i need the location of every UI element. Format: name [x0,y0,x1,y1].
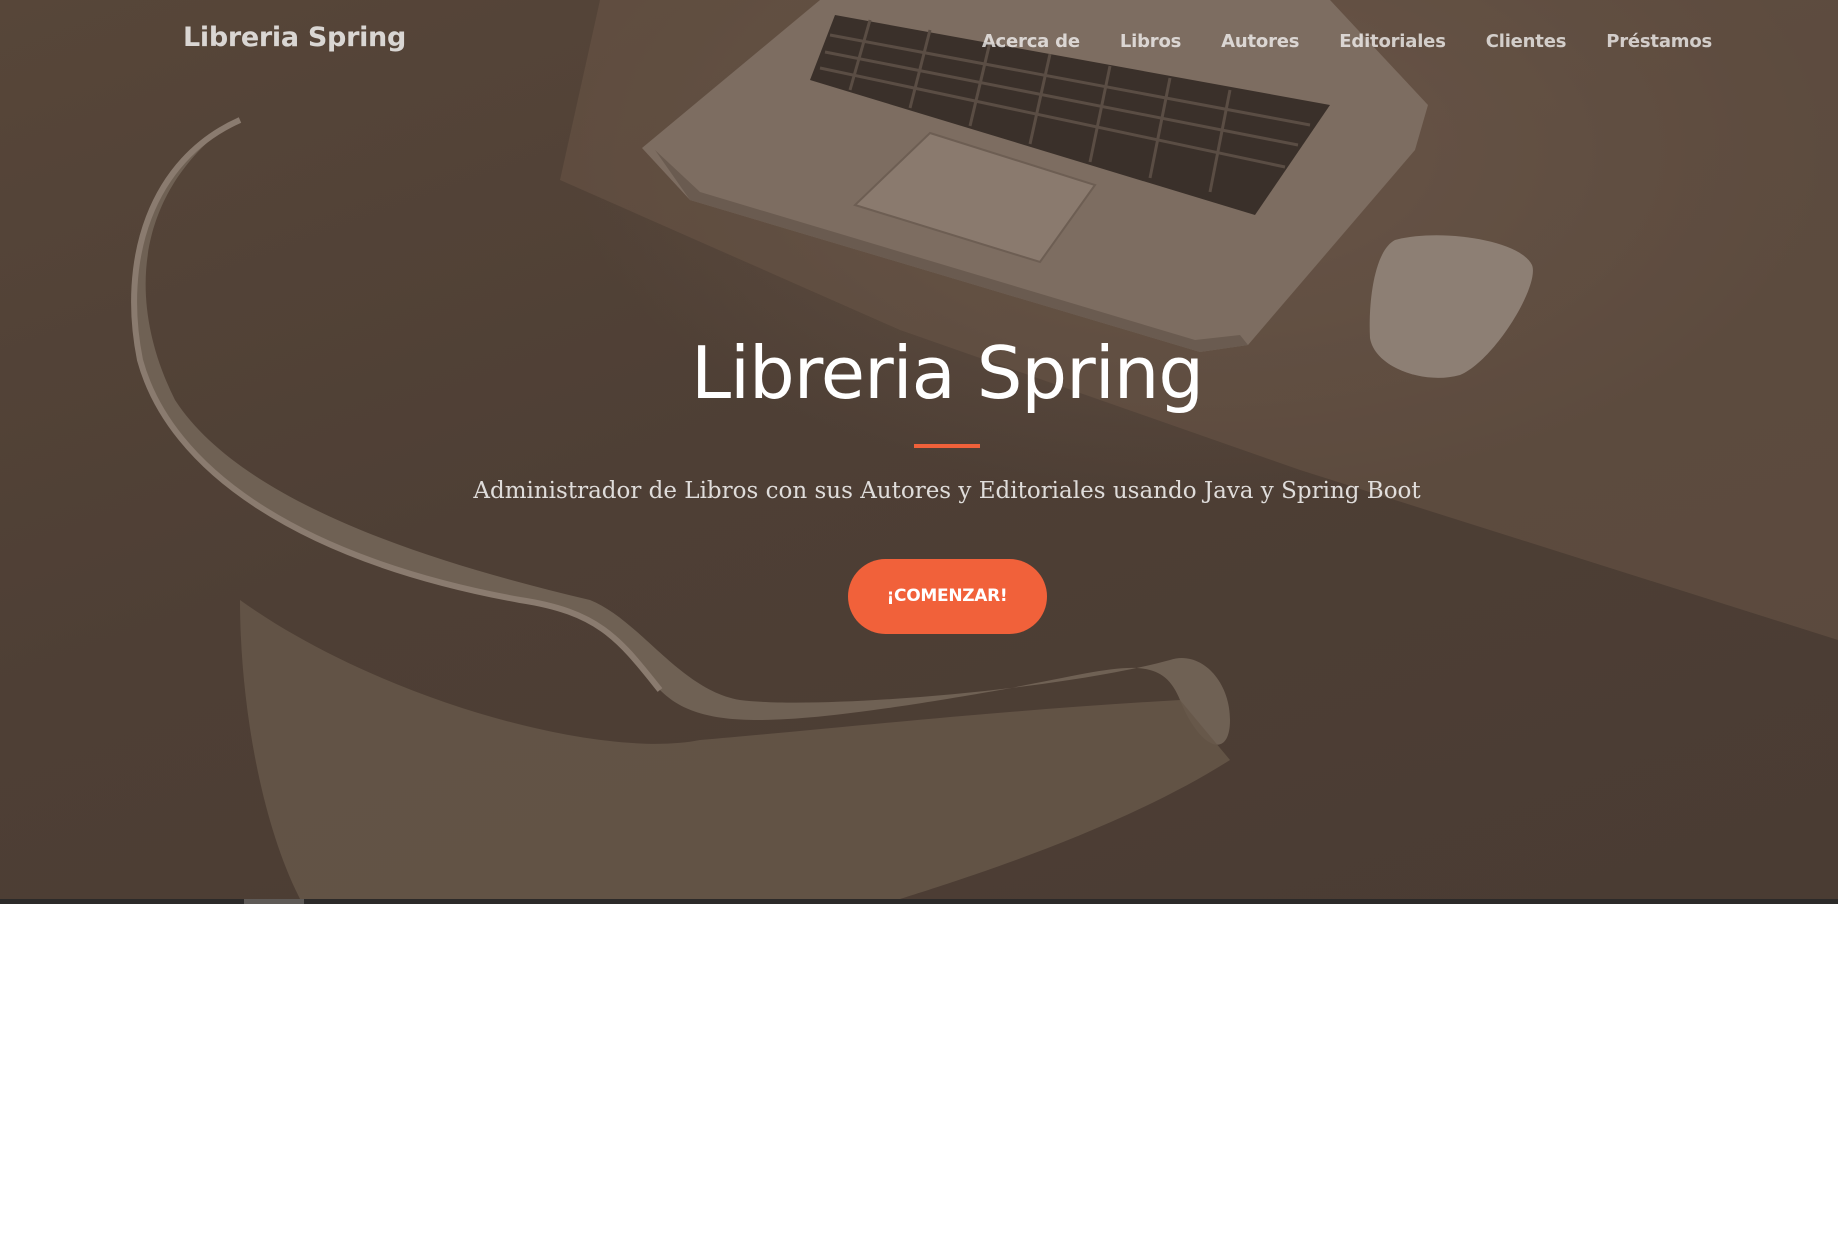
nav-link-acerca-de[interactable]: Acerca de [982,31,1080,52]
hero-subtitle: Administrador de Libros con sus Autores … [473,478,1421,504]
masthead: Libreria Spring Acerca de Libros Autores… [0,0,1838,899]
hero-title: Libreria Spring [690,331,1204,415]
hero-divider [914,444,980,448]
nav-item-autores: Autores [1221,31,1299,52]
nav-link-autores[interactable]: Autores [1221,31,1299,52]
nav-link-prestamos[interactable]: Préstamos [1606,31,1712,52]
nav-link-editoriales[interactable]: Editoriales [1339,31,1446,52]
nav-item-prestamos: Préstamos [1606,31,1712,52]
hero-content: Libreria Spring Administrador de Libros … [0,330,1838,634]
page: Libreria Spring Acerca de Libros Autores… [0,0,1838,1258]
nav-item-clientes: Clientes [1486,31,1567,52]
brand-logo-link[interactable]: Libreria Spring [183,22,406,53]
nav-link-libros[interactable]: Libros [1120,31,1181,52]
nav-item-acerca-de: Acerca de [982,31,1080,52]
nav-links: Acerca de Libros Autores Editoriales Cli… [982,31,1712,52]
hero-bottom-marker [244,899,304,904]
nav-item-editoriales: Editoriales [1339,31,1446,52]
main-navbar: Libreria Spring Acerca de Libros Autores… [0,0,1838,86]
nav-link-clientes[interactable]: Clientes [1486,31,1567,52]
comenzar-button[interactable]: ¡COMENZAR! [847,559,1047,634]
nav-item-libros: Libros [1120,31,1181,52]
